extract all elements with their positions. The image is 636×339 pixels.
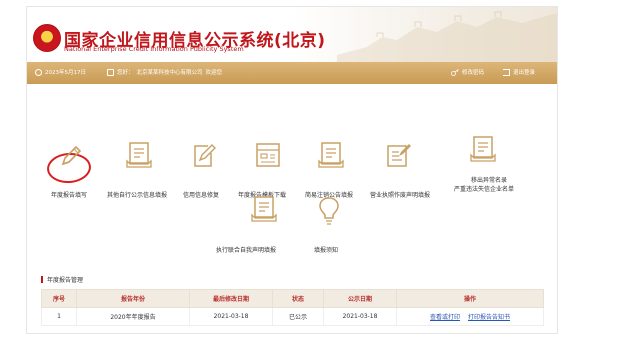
function-label-line1: 移出异常名录 [471, 177, 508, 184]
logout-icon [503, 68, 510, 76]
main-content: 年度报告填写 其他自行公示信息填报 信用信息修复 年度报告模板下载 简易注销公告… [27, 84, 557, 333]
system-title-english: National Enterprise Credit Information P… [64, 45, 244, 53]
edit-doc-icon [194, 144, 216, 167]
function-label: 填报须知 [314, 247, 339, 254]
function-label: 信用信息修复 [183, 192, 220, 199]
user-info: 您好： 北京某某科技中心有限公司 欢迎您 [107, 68, 222, 76]
row-published-date: 2021-03-18 [323, 307, 397, 326]
user-welcome: 欢迎您 [205, 70, 223, 76]
section-title: 年度报告管理 [41, 275, 83, 284]
column-header: 序号 [41, 289, 77, 308]
column-header: 状态 [272, 289, 324, 308]
print-notice-link[interactable]: 打印报告告知书 [468, 314, 510, 321]
clock-icon [35, 68, 42, 76]
function-label: 年度报告填写 [51, 192, 88, 199]
change-password-link[interactable]: 修改密码 [451, 68, 484, 76]
header-banner: 国家企业信用信息公示系统(北京) National Enterprise Cre… [27, 7, 557, 62]
column-header: 公示日期 [323, 289, 397, 308]
table-row: 1 2020年年度报告 2021-03-18 已公示 2021-03-18 查看… [41, 307, 544, 326]
template-icon [256, 143, 280, 167]
row-status: 已公示 [272, 307, 324, 326]
table-header-row: 序号 报告年份 最后修改日期 状态 公示日期 操作 [41, 289, 544, 308]
column-header: 最后修改日期 [189, 289, 273, 308]
lightbulb-icon [319, 197, 339, 225]
section-marker [41, 276, 43, 283]
logout-link[interactable]: 退出登录 [503, 68, 535, 76]
function-label: 执行联合自我声明填报 [216, 247, 277, 254]
row-index: 1 [41, 307, 77, 326]
user-icon [107, 68, 114, 76]
row-modified-date: 2021-03-18 [189, 307, 273, 326]
function-label: 其他自行公示信息填报 [107, 192, 168, 199]
annual-report-table: 序号 报告年份 最后修改日期 状态 公示日期 操作 1 2020年年度报告 20… [41, 289, 544, 326]
user-company: 北京某某科技中心有限公司 [136, 70, 203, 76]
license-edit-icon [387, 144, 411, 167]
key-icon [451, 68, 459, 76]
logout-label: 退出登录 [513, 70, 536, 76]
column-header: 报告年份 [76, 289, 190, 308]
date-display: 2023年5月17日 [35, 68, 86, 76]
notice-icon [318, 142, 344, 168]
pen-write-icon [61, 145, 82, 166]
current-date: 2023年5月17日 [45, 70, 86, 76]
statement-icon [251, 196, 277, 222]
row-actions: 查看或打印 打印报告告知书 [396, 307, 544, 326]
function-label: 营业执照作废声明填报 [370, 192, 431, 199]
form-list-icon [126, 142, 152, 168]
great-wall-decoration [337, 11, 557, 62]
removal-list-icon [470, 136, 496, 162]
app-window: 国家企业信用信息公示系统(北京) National Enterprise Cre… [26, 6, 558, 334]
user-greeting: 您好： [117, 70, 134, 76]
section-title-text: 年度报告管理 [47, 277, 84, 284]
row-report-year: 2020年年度报告 [76, 307, 190, 326]
view-print-link[interactable]: 查看或打印 [430, 314, 460, 321]
change-password-label: 修改密码 [462, 70, 485, 76]
function-label-line2: 严重违法失信企业名单 [454, 186, 515, 193]
national-emblem-icon [33, 24, 61, 52]
column-header: 操作 [396, 289, 544, 308]
top-status-bar: 2023年5月17日 您好： 北京某某科技中心有限公司 欢迎您 修改密码 退出登… [27, 62, 557, 84]
